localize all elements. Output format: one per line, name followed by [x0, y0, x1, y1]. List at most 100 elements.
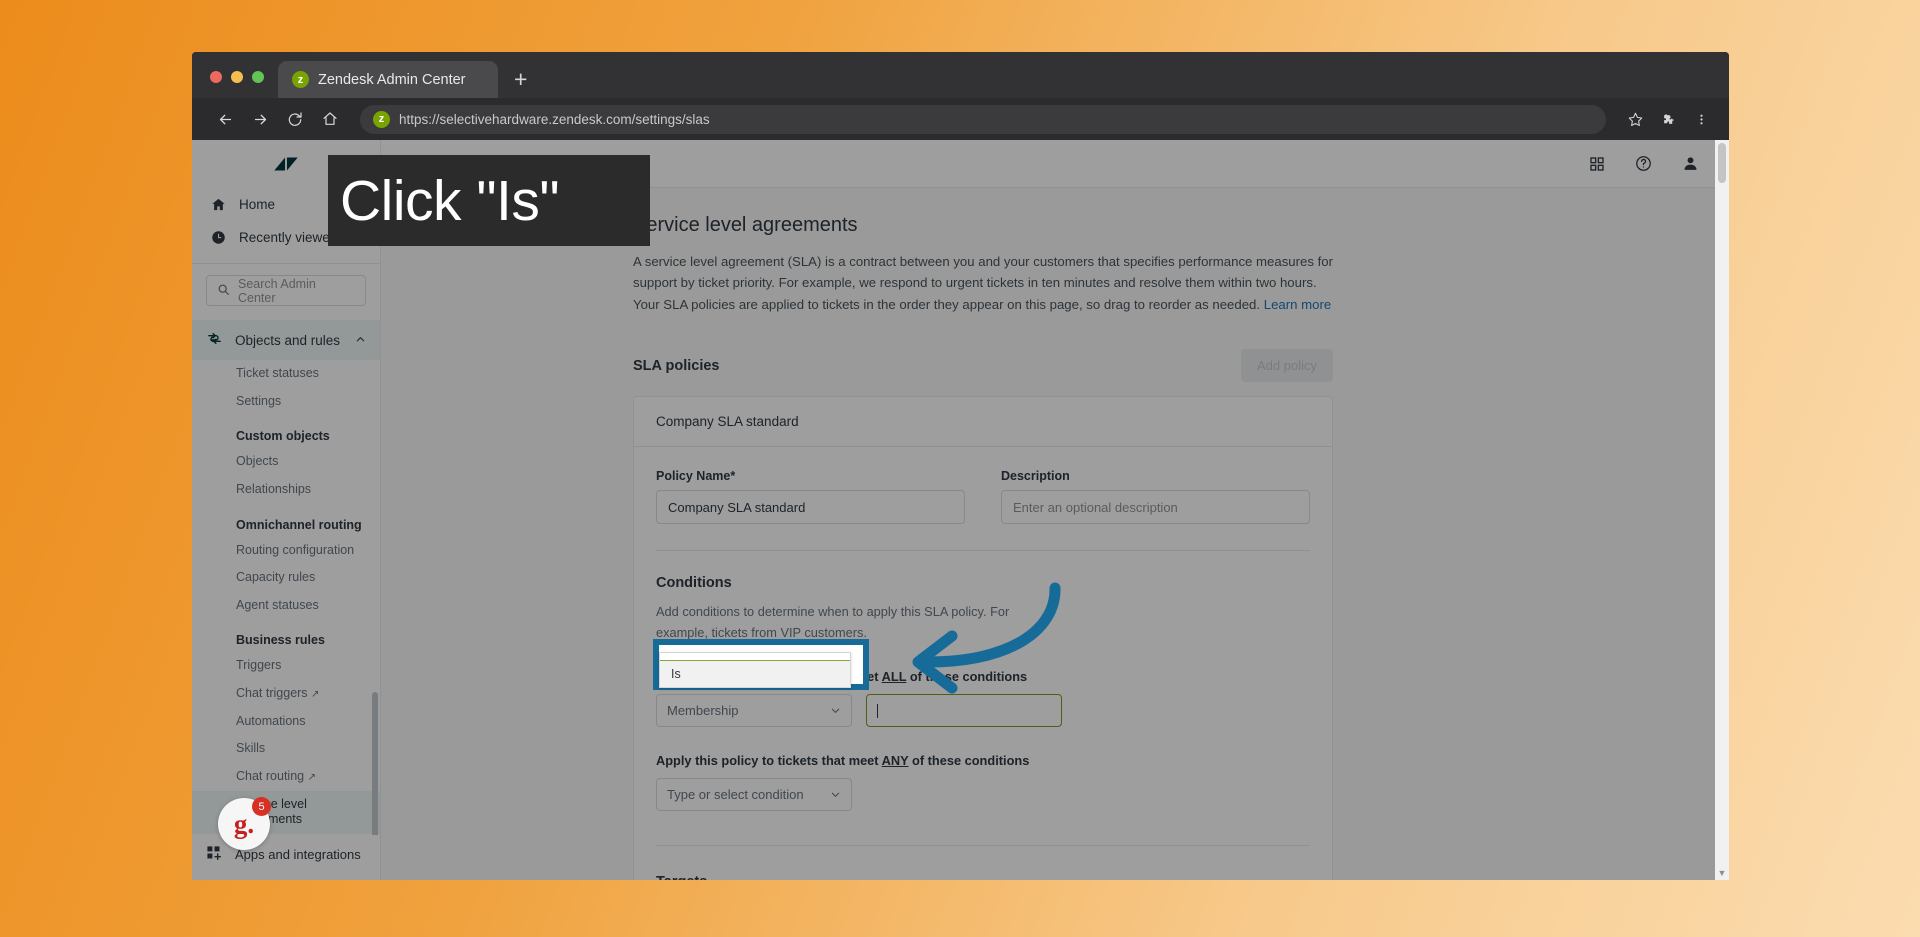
- scroll-down-arrow-icon[interactable]: ▼: [1715, 868, 1729, 878]
- page-description: A service level agreement (SLA) is a con…: [633, 251, 1333, 315]
- browser-scrollbar-thumb[interactable]: [1718, 143, 1726, 183]
- any-condition-select[interactable]: Type or select condition: [656, 778, 852, 812]
- policy-name-label: Policy Name*: [656, 469, 736, 484]
- admin-sidebar: Home Recently viewed Search Admin Center: [192, 140, 381, 880]
- learn-more-link[interactable]: Learn more: [1264, 297, 1331, 312]
- sidebar-group-omnichannel-routing: Omnichannel routing: [236, 517, 362, 532]
- sidebar-item-agent-statuses[interactable]: Agent statuses: [192, 592, 380, 620]
- description-field: Description Enter an optional descriptio…: [1001, 469, 1310, 525]
- bookmark-star-icon[interactable]: [1621, 105, 1649, 133]
- description-input[interactable]: Enter an optional description: [1001, 490, 1310, 525]
- policy-fields: Policy Name* Company SLA standard Descri…: [656, 469, 1310, 525]
- highlight-box: Is: [653, 639, 869, 690]
- dropdown-option-is[interactable]: Is: [660, 661, 850, 687]
- operator-dropdown-menu[interactable]: Is: [659, 652, 851, 688]
- chevron-up-icon: [355, 333, 366, 348]
- policy-card-title: Company SLA standard: [634, 397, 1332, 448]
- page-content: Service level agreements A service level…: [381, 188, 1729, 880]
- condition-field-select[interactable]: Membership: [656, 694, 852, 728]
- home-icon: [210, 197, 227, 212]
- minimize-window-button[interactable]: [231, 71, 243, 83]
- any-condition-placeholder: Type or select condition: [667, 787, 804, 803]
- policy-name-field: Policy Name* Company SLA standard: [656, 469, 965, 525]
- extensions-icon[interactable]: [1654, 105, 1682, 133]
- sidebar-item-label: Recently viewed: [239, 230, 338, 245]
- external-link-icon: ↗: [311, 689, 320, 700]
- chevron-down-icon: [830, 705, 841, 716]
- page-description-text: A service level agreement (SLA) is a con…: [633, 254, 1333, 312]
- zendesk-favicon-icon: z: [292, 71, 309, 88]
- text-cursor: [877, 703, 878, 718]
- admin-main: Service level agreements A service level…: [381, 140, 1729, 880]
- instruction-tooltip: Click "Is": [328, 155, 650, 246]
- browser-scrollbar[interactable]: ▲ ▼: [1715, 140, 1729, 880]
- sidebar-scrollbar-track[interactable]: [372, 292, 379, 880]
- sidebar-item-label: Home: [239, 197, 276, 212]
- search-input[interactable]: Search Admin Center: [206, 275, 366, 306]
- new-tab-button[interactable]: +: [498, 68, 543, 98]
- guide-widget-badge: 5: [252, 797, 271, 816]
- any-label-strong: ANY: [881, 753, 909, 769]
- condition-field-value: Membership: [667, 703, 739, 719]
- sla-policies-heading: SLA policies: [633, 357, 720, 374]
- clock-icon: [210, 230, 227, 245]
- browser-toolbar: z https://selectivehardware.zendesk.com/…: [192, 98, 1729, 140]
- sidebar-item-routing-configuration[interactable]: Routing configuration: [192, 537, 380, 565]
- sidebar-item-label: Chat triggers: [236, 686, 308, 700]
- browser-menu-icon[interactable]: [1687, 105, 1715, 133]
- browser-tab[interactable]: z Zendesk Admin Center: [278, 61, 498, 98]
- help-circle-icon[interactable]: [1635, 155, 1652, 172]
- window-controls[interactable]: [192, 71, 278, 98]
- description-label: Description: [1001, 469, 1070, 484]
- sidebar-item-chat-triggers[interactable]: Chat triggers ↗: [192, 680, 380, 708]
- sidebar-item-capacity-rules[interactable]: Capacity rules: [192, 564, 380, 592]
- search-placeholder: Search Admin Center: [238, 276, 316, 305]
- site-favicon-icon: z: [373, 110, 390, 128]
- close-window-button[interactable]: [210, 71, 222, 83]
- guide-widget-letter: g.: [233, 808, 255, 839]
- grid-apps-icon[interactable]: [1589, 156, 1605, 172]
- sidebar-item-objects[interactable]: Objects: [192, 448, 380, 476]
- sidebar-item-settings[interactable]: Settings: [192, 388, 380, 416]
- all-label-suffix: of these conditions: [906, 669, 1028, 685]
- sidebar-item-label: Chat routing: [236, 768, 305, 783]
- sidebar-section-objects-and-rules[interactable]: Objects and rules: [192, 320, 380, 360]
- maximize-window-button[interactable]: [252, 71, 264, 83]
- dropdown-input-underline: [660, 653, 850, 661]
- conditions-description: Add conditions to determine when to appl…: [656, 604, 1010, 640]
- policy-name-input[interactable]: Company SLA standard: [656, 490, 965, 525]
- reload-icon[interactable]: [280, 104, 310, 134]
- sidebar-item-chat-routing[interactable]: Chat routing ↗: [192, 763, 380, 791]
- external-link-icon: ↗: [307, 771, 316, 783]
- search-icon: [217, 283, 230, 299]
- sidebar-section-label: Objects and rules: [235, 332, 341, 348]
- sidebar-item-triggers[interactable]: Triggers: [192, 652, 380, 680]
- any-condition-row: Type or select condition: [656, 778, 1310, 812]
- user-avatar-icon[interactable]: [1682, 155, 1699, 172]
- sidebar-item-relationships[interactable]: Relationships: [192, 476, 380, 504]
- instruction-tooltip-text: Click "Is": [340, 168, 560, 233]
- sidebar-item-label: Apps and integrations: [235, 847, 361, 863]
- targets-title: Targets: [656, 874, 1310, 880]
- home-icon[interactable]: [315, 104, 345, 134]
- sidebar-item-apps-and-integrations[interactable]: Apps and integrations: [192, 835, 380, 880]
- forward-icon[interactable]: [245, 104, 275, 134]
- condition-operator-input[interactable]: [866, 694, 1062, 728]
- address-bar[interactable]: z https://selectivehardware.zendesk.com/…: [360, 104, 1606, 134]
- sidebar-item-automations[interactable]: Automations: [192, 708, 380, 736]
- page-title: Service level agreements: [633, 214, 858, 236]
- page-viewport: Home Recently viewed Search Admin Center: [192, 140, 1729, 880]
- any-label-suffix: of these conditions: [908, 753, 1030, 769]
- address-bar-url: https://selectivehardware.zendesk.com/se…: [399, 111, 710, 127]
- chevron-down-icon: [830, 789, 841, 800]
- targets-divider: [656, 845, 1310, 847]
- guide-widget-button[interactable]: g. 5: [218, 797, 271, 850]
- sidebar-item-skills[interactable]: Skills: [192, 735, 380, 763]
- back-icon[interactable]: [210, 104, 240, 134]
- sidebar-item-ticket-statuses[interactable]: Ticket statuses: [192, 360, 380, 388]
- sidebar-group-custom-objects: Custom objects: [236, 429, 330, 444]
- sidebar-group-business-rules: Business rules: [236, 633, 325, 648]
- apps-grid-icon: [206, 845, 223, 866]
- conditions-title: Conditions: [656, 575, 732, 592]
- add-policy-button[interactable]: Add policy: [1241, 349, 1333, 383]
